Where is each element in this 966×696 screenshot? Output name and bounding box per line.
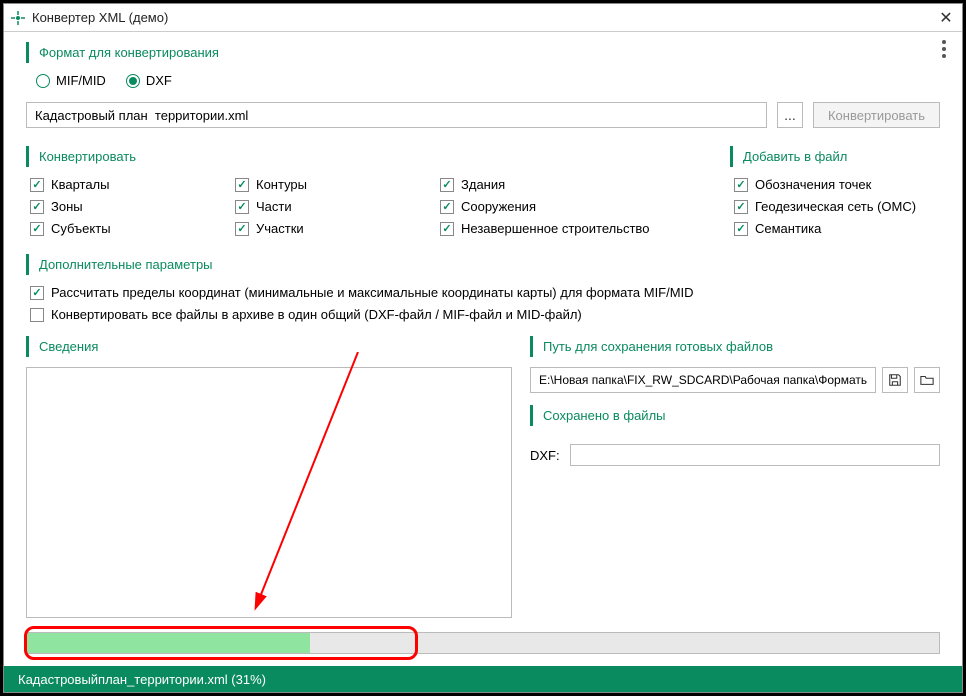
convert-cb-3[interactable]: Зоны — [30, 199, 235, 214]
dxf-label: DXF: — [530, 448, 560, 463]
convert-cb-8[interactable]: Незавершенное строительство — [440, 221, 675, 236]
checkbox-box — [440, 222, 454, 236]
checkbox-box — [734, 222, 748, 236]
section-convert: Конвертировать — [26, 146, 710, 167]
progress-fill — [27, 633, 310, 653]
checkbox-box — [30, 178, 44, 192]
app-window: Конвертер XML (демо) ✕ Формат для конвер… — [3, 3, 963, 693]
checkbox-label: Участки — [256, 221, 304, 236]
status-text: Кадастровыйплан_территории.xml (31%) — [18, 672, 266, 687]
content-area: Формат для конвертирования MIF/MID DXF .… — [4, 32, 962, 666]
checkbox-label: Рассчитать пределы координат (минимальны… — [51, 285, 694, 300]
app-icon — [10, 10, 26, 26]
window-title: Конвертер XML (демо) — [32, 10, 936, 25]
checkbox-label: Кварталы — [51, 177, 109, 192]
checkbox-box — [440, 178, 454, 192]
convert-cb-2[interactable]: Здания — [440, 177, 675, 192]
convert-cb-1[interactable]: Контуры — [235, 177, 440, 192]
checkbox-box — [30, 308, 44, 322]
param-cb-1[interactable]: Конвертировать все файлы в архиве в один… — [30, 307, 940, 322]
section-info: Сведения — [26, 336, 512, 357]
progress-container — [26, 632, 940, 654]
file-row: ... Конвертировать — [26, 102, 940, 128]
close-button[interactable]: ✕ — [936, 8, 956, 28]
section-savepath: Путь для сохранения готовых файлов — [530, 336, 940, 357]
checkbox-box — [440, 200, 454, 214]
param-cb-0[interactable]: Рассчитать пределы координат (минимальны… — [30, 285, 940, 300]
info-textarea[interactable] — [26, 367, 512, 618]
checkbox-box — [235, 178, 249, 192]
save-icon-button[interactable] — [882, 367, 908, 393]
statusbar: Кадастровыйплан_территории.xml (31%) — [4, 666, 962, 692]
checkbox-box — [734, 178, 748, 192]
titlebar: Конвертер XML (демо) ✕ — [4, 4, 962, 32]
params-checkboxes: Рассчитать пределы координат (минимальны… — [30, 285, 940, 322]
convert-button[interactable]: Конвертировать — [813, 102, 940, 128]
checkbox-box — [30, 222, 44, 236]
section-saved: Сохранено в файлы — [530, 405, 940, 426]
convert-checkboxes: Кварталы Контуры Здания Зоны Части Сооружения… — [30, 177, 710, 236]
section-addfile: Добавить в файл — [730, 146, 940, 167]
browse-button[interactable]: ... — [777, 102, 803, 128]
addfile-cb-2[interactable]: Семантика — [734, 221, 940, 236]
convert-cb-6[interactable]: Субъекты — [30, 221, 235, 236]
checkbox-label: Обозначения точек — [755, 177, 871, 192]
radio-dxf[interactable]: DXF — [126, 73, 172, 88]
path-input[interactable] — [530, 367, 876, 393]
checkbox-label: Семантика — [755, 221, 821, 236]
convert-cb-4[interactable]: Части — [235, 199, 440, 214]
progress-bar — [26, 632, 940, 654]
checkbox-label: Геодезическая сеть (ОМС) — [755, 199, 916, 214]
checkbox-box — [734, 200, 748, 214]
convert-cb-0[interactable]: Кварталы — [30, 177, 235, 192]
checkbox-label: Субъекты — [51, 221, 111, 236]
checkbox-label: Зоны — [51, 199, 83, 214]
checkbox-box — [235, 222, 249, 236]
dxf-input[interactable] — [570, 444, 940, 466]
checkbox-box — [30, 200, 44, 214]
menu-button[interactable] — [938, 36, 950, 62]
section-params: Дополнительные параметры — [26, 254, 940, 275]
checkbox-label: Сооружения — [461, 199, 536, 214]
section-format: Формат для конвертирования — [26, 42, 940, 63]
convert-cb-5[interactable]: Сооружения — [440, 199, 675, 214]
addfile-cb-1[interactable]: Геодезическая сеть (ОМС) — [734, 199, 940, 214]
checkbox-label: Контуры — [256, 177, 307, 192]
checkbox-label: Конвертировать все файлы в архиве в один… — [51, 307, 582, 322]
checkbox-label: Части — [256, 199, 292, 214]
addfile-checkboxes: Обозначения точек Геодезическая сеть (ОМС… — [734, 177, 940, 236]
folder-icon-button[interactable] — [914, 367, 940, 393]
convert-cb-7[interactable]: Участки — [235, 221, 440, 236]
file-input[interactable] — [26, 102, 767, 128]
checkbox-label: Незавершенное строительство — [461, 221, 649, 236]
format-radios: MIF/MID DXF — [36, 73, 940, 88]
checkbox-label: Здания — [461, 177, 505, 192]
addfile-cb-0[interactable]: Обозначения точек — [734, 177, 940, 192]
checkbox-box — [235, 200, 249, 214]
checkbox-box — [30, 286, 44, 300]
radio-mif[interactable]: MIF/MID — [36, 73, 106, 88]
